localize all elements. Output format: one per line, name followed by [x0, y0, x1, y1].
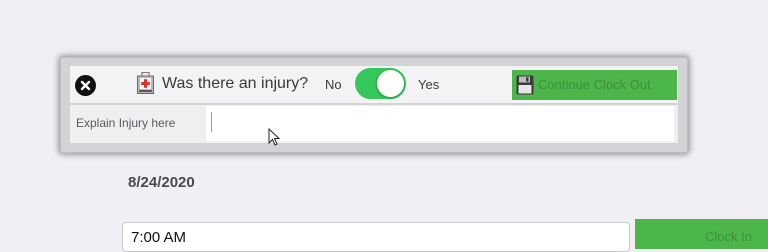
clock-in-button[interactable]: Clock In — [635, 219, 768, 249]
injury-question: Was there an injury? — [162, 75, 309, 92]
shift-date: 8/24/2020 — [128, 174, 195, 191]
injury-dialog: Was there an injury? No Yes Continue Clo… — [60, 57, 688, 153]
time-input[interactable]: 7:00 AM — [122, 222, 630, 252]
close-icon — [80, 80, 91, 91]
toggle-yes-label: Yes — [418, 77, 440, 92]
toggle-no-label: No — [325, 77, 342, 92]
continue-clock-out-button[interactable]: Continue Clock Out — [512, 70, 677, 100]
clock-in-label: Clock In — [705, 229, 752, 244]
continue-clock-out-label: Continue Clock Out — [538, 77, 651, 92]
toggle-knob — [377, 70, 404, 97]
close-button[interactable] — [75, 75, 96, 96]
injury-toggle[interactable] — [355, 68, 406, 99]
explain-injury-label: Explain Injury here — [76, 116, 176, 130]
mouse-cursor-icon — [268, 128, 280, 146]
first-aid-kit-icon — [137, 72, 154, 94]
floppy-disk-icon — [516, 75, 534, 95]
text-caret — [211, 112, 212, 132]
